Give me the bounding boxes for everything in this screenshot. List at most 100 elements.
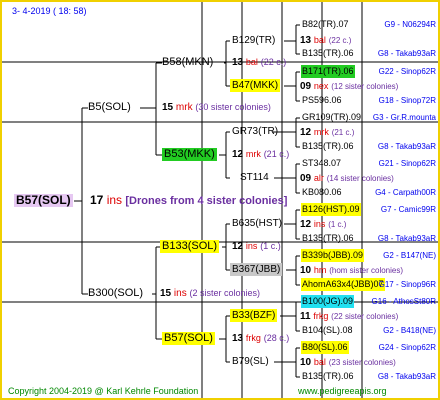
gen3-ins-8: bal bbox=[313, 357, 326, 367]
gen3-num-1: 13 bbox=[300, 35, 312, 46]
gen1-note-2: (2 sister colonies) bbox=[189, 288, 261, 298]
gen2-node-3[interactable]: B133(SOL) bbox=[160, 240, 220, 253]
gen2-ins-3: ins bbox=[245, 241, 258, 251]
gen3-note-2: (12 sister colonies) bbox=[331, 82, 399, 91]
gen2-ins-1: bal bbox=[245, 57, 258, 67]
gen3-ins-4: alr bbox=[313, 173, 324, 183]
gen3-ins-2: nex bbox=[313, 81, 329, 91]
gen2-ins-2: mrk bbox=[245, 149, 261, 159]
gen2-node-2[interactable]: B53(MKK) bbox=[162, 148, 217, 161]
gen4-code-10: G8 - Takab93aR bbox=[377, 234, 436, 243]
gen2-num-1: 13 bbox=[232, 57, 244, 68]
gen4-code-5: G3 - Gr.R.mounta bbox=[372, 113, 436, 122]
gen4-code-3: G22 - Sinop62R bbox=[378, 67, 436, 76]
gen3-ins-7: frkg bbox=[313, 311, 329, 321]
gen1-node-2[interactable]: B300(SOL) bbox=[88, 287, 143, 300]
gen3-ins-6: hm bbox=[313, 265, 327, 275]
gen3-note-3: (21 c.) bbox=[331, 128, 355, 137]
gen3-node-3[interactable]: GR73(TR) bbox=[232, 125, 278, 138]
gen2-node-1[interactable]: B58(MKN) bbox=[162, 56, 213, 69]
pedigree-frame: 3- 4-2019 ( 18: 58) B57(SOL) 17 ins [Dro… bbox=[0, 0, 440, 400]
gen4-node-10[interactable]: B135(TR).06 bbox=[302, 232, 354, 245]
gen3-info-2: 09 nex (12 sister colonies) bbox=[300, 80, 398, 93]
gen4-node-14[interactable]: B104(SL).08 bbox=[302, 324, 353, 337]
gen3-node-6[interactable]: B367(JBB) bbox=[230, 263, 283, 276]
root-note: [Drones from 4 sister colonies] bbox=[125, 195, 288, 207]
gen4-code-6: G8 - Takab93aR bbox=[377, 142, 436, 151]
gen4-code-7: G21 - Sinop62R bbox=[378, 159, 436, 168]
gen1-info-2: 15 ins (2 sister colonies) bbox=[160, 287, 260, 300]
gen3-note-1: (22 c.) bbox=[328, 36, 352, 45]
gen3-info-5: 12 ins (1 c.) bbox=[300, 218, 346, 231]
gen4-node-1[interactable]: B82(TR).07 bbox=[302, 18, 349, 31]
gen2-num-3: 12 bbox=[232, 241, 244, 252]
root-queen[interactable]: B57(SOL) bbox=[14, 194, 73, 207]
gen3-num-3: 12 bbox=[300, 127, 312, 138]
gen3-ins-5: ins bbox=[313, 219, 326, 229]
gen4-node-9[interactable]: B126(HST).09 bbox=[301, 203, 361, 216]
header-date: 3- 4-2019 ( 18: 58) bbox=[12, 6, 87, 16]
gen2-note-4: (28 c.) bbox=[263, 333, 290, 343]
gen4-code-4: G18 - Sinop72R bbox=[378, 96, 436, 105]
gen1-ins-2: ins bbox=[173, 288, 187, 299]
gen4-node-12[interactable]: AhomA63x4(JBB)07 bbox=[301, 278, 385, 291]
gen2-info-2: 12 mrk (21 c.) bbox=[232, 148, 289, 161]
gen4-code-1: G9 - N06294R bbox=[384, 20, 436, 29]
gen3-node-1[interactable]: B129(TR) bbox=[232, 34, 275, 47]
gen3-node-8[interactable]: B79(SL) bbox=[232, 355, 269, 368]
gen3-note-4: (14 sister colonies) bbox=[326, 174, 394, 183]
gen3-node-5[interactable]: B635(HST) bbox=[232, 217, 282, 230]
gen3-node-4[interactable]: ST114 bbox=[240, 171, 269, 184]
gen4-node-7[interactable]: ST348.07 bbox=[302, 157, 341, 170]
gen3-note-5: (1 c.) bbox=[328, 220, 347, 229]
gen3-info-7: 11 frkg (22 sister colonies) bbox=[300, 310, 398, 323]
gen3-node-2[interactable]: B47(MKK) bbox=[230, 79, 281, 92]
gen3-info-4: 09 alr (14 sister colonies) bbox=[300, 172, 394, 185]
gen4-node-5[interactable]: GR109(TR).09 bbox=[302, 111, 361, 124]
gen4-code-2: G8 - Takab93aR bbox=[377, 49, 436, 58]
gen3-num-2: 09 bbox=[300, 81, 312, 92]
gen2-info-3: 12 ins (1 c.) bbox=[232, 240, 281, 253]
gen1-node-1[interactable]: B5(SOL) bbox=[88, 101, 131, 114]
root-ins: ins bbox=[106, 193, 123, 207]
gen3-info-8: 10 bal (23 sister colonies) bbox=[300, 356, 396, 369]
gen4-node-11[interactable]: B339b(JBB).09 bbox=[301, 249, 365, 262]
root-info: 17 ins [Drones from 4 sister colonies] bbox=[90, 194, 287, 208]
gen2-ins-4: frkg bbox=[245, 333, 261, 343]
gen4-code-9: G7 - Camic99R bbox=[380, 205, 436, 214]
gen2-node-4[interactable]: B57(SOL) bbox=[162, 332, 215, 345]
gen3-info-3: 12 mrk (21 c.) bbox=[300, 126, 354, 139]
gen3-num-6: 10 bbox=[300, 265, 312, 276]
gen3-note-6: (hom sister colonies) bbox=[329, 266, 404, 275]
gen3-info-6: 10 hm (hom sister colonies) bbox=[300, 264, 403, 277]
gen2-info-4: 13 frkg (28 c.) bbox=[232, 332, 289, 345]
gen4-code-8: G4 - Carpath00R bbox=[375, 188, 436, 197]
gen3-note-8: (23 sister colonies) bbox=[328, 358, 396, 367]
gen4-node-2[interactable]: B135(TR).06 bbox=[302, 47, 354, 60]
gen4-code-16: G8 - Takab93aR bbox=[377, 372, 436, 381]
gen4-code-12: G17 - Sinop96R bbox=[378, 280, 436, 289]
gen3-num-7: 11 bbox=[300, 311, 311, 322]
gen4-code-15: G24 - Sinop62R bbox=[378, 343, 436, 352]
gen3-ins-3: mrk bbox=[313, 127, 329, 137]
footer-site-link[interactable]: www.pedigreeapis.org bbox=[298, 385, 387, 398]
gen3-note-7: (22 sister colonies) bbox=[331, 312, 399, 321]
root-num: 17 bbox=[90, 193, 104, 207]
gen4-node-6[interactable]: B135(TR).06 bbox=[302, 140, 354, 153]
footer-copyright: Copyright 2004-2019 @ Karl Kehrle Founda… bbox=[8, 386, 199, 396]
gen2-info-1: 13 bal (22 c.) bbox=[232, 56, 286, 69]
gen4-code-14: G2 - B418(NE) bbox=[383, 326, 436, 335]
gen4-node-3[interactable]: B171(TR).06 bbox=[301, 65, 355, 78]
gen4-code-11: G2 - B147(NE) bbox=[383, 251, 436, 260]
gen1-num-1: 15 bbox=[162, 102, 174, 113]
gen3-node-7[interactable]: B33(BZF) bbox=[230, 309, 278, 322]
gen4-node-15[interactable]: B80(SL).06 bbox=[301, 341, 349, 354]
gen4-node-13[interactable]: B100(JG).09 bbox=[301, 295, 355, 308]
gen4-node-8[interactable]: KB080.06 bbox=[302, 186, 342, 199]
gen1-note-1: (30 sister colonies) bbox=[195, 102, 271, 112]
gen2-num-2: 12 bbox=[232, 149, 244, 160]
gen2-note-1: (22 c.) bbox=[260, 57, 287, 67]
gen4-node-16[interactable]: B135(TR).06 bbox=[302, 370, 354, 383]
gen4-code-13: G16 - AthosSt80R bbox=[371, 297, 436, 306]
gen4-node-4[interactable]: PS596.06 bbox=[302, 94, 342, 107]
